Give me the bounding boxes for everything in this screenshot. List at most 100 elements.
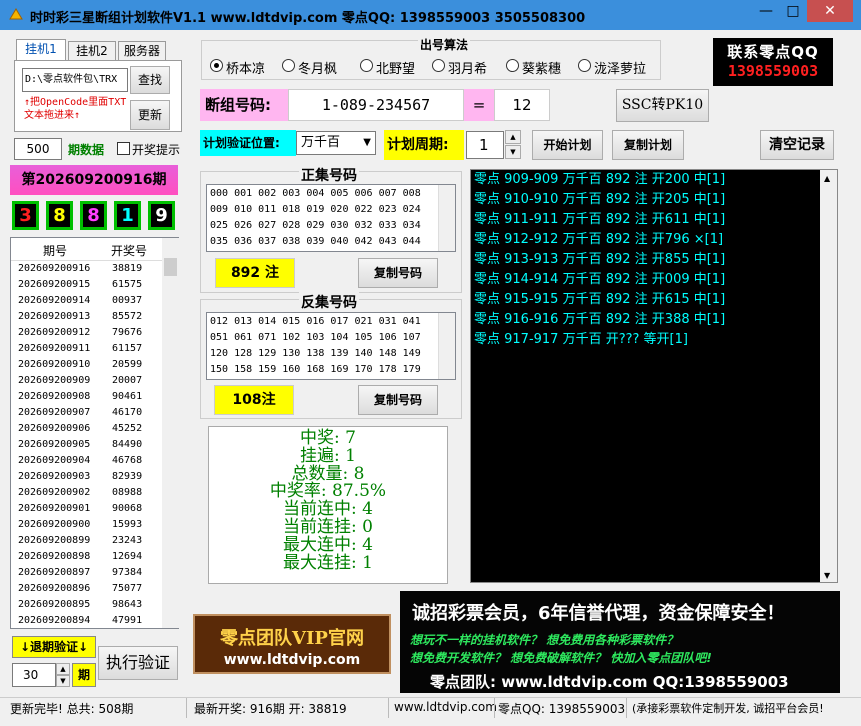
scroll-down-icon[interactable]: ▼ [824, 571, 830, 580]
clear-log-button[interactable]: 清空记录 [760, 130, 834, 160]
table-row[interactable]: 202609200900 15993 [11, 517, 178, 533]
algo-radio-label[interactable]: 桥本凉 [226, 58, 265, 77]
ad-line4: 零点团队: www.ldtdvip.com QQ:1398559003 [430, 673, 789, 691]
ssc-to-pk10-button[interactable]: SSC转PK10 [616, 89, 709, 122]
table-row[interactable]: 202609200896 75077 [11, 581, 178, 597]
table-row[interactable]: 202609200916 38819 [11, 261, 178, 277]
execute-verify-button[interactable]: 执行验证 [98, 646, 178, 680]
table-row[interactable]: 202609200913 85572 [11, 309, 178, 325]
path-input[interactable]: D:\零点软件包\TRX [22, 68, 128, 92]
row-issue: 202609200896 [18, 583, 91, 594]
close-button[interactable]: ✕ [807, 0, 853, 22]
cycle-down-arrow-icon[interactable]: ▼ [505, 145, 521, 159]
period-label: 期数据 [68, 143, 105, 157]
draw-ball: 8 [46, 201, 73, 230]
table-row[interactable]: 202609200909 20007 [11, 373, 178, 389]
dz-code-field[interactable]: 1-089-234567 [288, 89, 464, 121]
tab-guaji2[interactable]: 挂机2 [68, 41, 116, 61]
ad-line3: 想免费开发软件？ 想免费破解软件？ 快加入零点团队吧! [410, 651, 712, 665]
row-issue: 202609200899 [18, 535, 91, 546]
table-row[interactable]: 202609200894 47991 [11, 613, 178, 628]
copy-plan-button[interactable]: 复制计划 [612, 130, 684, 160]
draw-ball: 8 [80, 201, 107, 230]
row-number: 46768 [112, 455, 143, 466]
plan-cycle-input[interactable]: 1 [466, 131, 504, 159]
delay-input[interactable]: 30 [12, 663, 56, 687]
scroll-up-icon[interactable]: ▲ [824, 174, 830, 183]
algo-radio-label[interactable]: 羽月希 [448, 58, 487, 77]
forward-title: 正集号码 [299, 165, 359, 185]
table-row[interactable]: 202609200902 08988 [11, 485, 178, 501]
copy-forward-button[interactable]: 复制号码 [358, 258, 438, 288]
table-row[interactable]: 202609200897 97384 [11, 565, 178, 581]
tab-guaji1[interactable]: 挂机1 [16, 39, 66, 61]
status-website: www.ldtdvip.com [394, 700, 497, 714]
dz-num-field[interactable]: 12 [494, 89, 550, 121]
table-row[interactable]: 202609200910 20599 [11, 357, 178, 373]
algo-radio[interactable] [282, 59, 295, 72]
row-number: 90068 [112, 503, 143, 514]
start-plan-button[interactable]: 开始计划 [532, 130, 603, 160]
row-number: 20599 [112, 359, 143, 370]
table-row[interactable]: 202609200907 46170 [11, 405, 178, 421]
table-row[interactable]: 202609200898 12694 [11, 549, 178, 565]
plan-log[interactable]: 零点 909-909 万千百 892 注 开200 中[1] 零点 910-910… [470, 169, 838, 583]
vip-banner-url: www.ldtdvip.com [223, 652, 361, 668]
table-row[interactable]: 202609200895 98643 [11, 597, 178, 613]
reverse-scrollbar[interactable] [438, 313, 455, 379]
algo-radio[interactable] [210, 59, 223, 72]
log-line: 零点 914-914 万千百 892 注 开009 中[1] [474, 272, 726, 287]
lottery-notice-checkbox[interactable] [117, 142, 130, 155]
history-scrollbar[interactable] [162, 238, 179, 628]
copy-reverse-button[interactable]: 复制号码 [358, 385, 438, 415]
minimize-button[interactable]: — [752, 0, 780, 22]
table-row[interactable]: 202609200904 46768 [11, 453, 178, 469]
table-row[interactable]: 202609200903 82939 [11, 469, 178, 485]
dz-label: 断组号码: [200, 89, 288, 121]
reverse-codes[interactable]: 012 013 014 015 016 017 021 031 041 051 … [206, 312, 456, 380]
algo-radio[interactable] [578, 59, 591, 72]
qq-contact-number: 1398559003 [727, 62, 819, 80]
table-row[interactable]: 202609200912 79676 [11, 325, 178, 341]
delay-verify-button[interactable]: ↓退期验证↓ [12, 636, 96, 658]
maximize-button[interactable]: □ [780, 0, 806, 22]
table-row[interactable]: 202609200915 61575 [11, 277, 178, 293]
log-line: 零点 916-916 万千百 892 注 开388 中[1] [474, 312, 726, 327]
cycle-up-arrow-icon[interactable]: ▲ [505, 130, 521, 144]
delay-down-arrow-icon[interactable]: ▼ [56, 675, 70, 687]
row-issue: 202609200900 [18, 519, 91, 530]
row-number: 38819 [112, 263, 143, 274]
row-number: 98643 [112, 599, 143, 610]
delay-up-arrow-icon[interactable]: ▲ [56, 663, 70, 675]
table-row[interactable]: 202609200911 61157 [11, 341, 178, 357]
row-issue: 202609200907 [18, 407, 91, 418]
ad-banner[interactable]: 诚招彩票会员，6年信誉代理，资金保障安全！ 想玩不一样的挂机软件？ 想免费用各种… [400, 591, 840, 693]
forward-codes[interactable]: 000 001 002 003 004 005 006 007 008 009 … [206, 184, 456, 252]
stat-line: 最大连挂: 1 [283, 552, 373, 573]
algorithm-title: 出号算法 [418, 36, 471, 53]
algo-radio[interactable] [432, 59, 445, 72]
table-row[interactable]: 202609200905 84490 [11, 437, 178, 453]
tab-server[interactable]: 服务器 [118, 41, 166, 61]
plan-position-select[interactable]: 万千百 ▼ [296, 131, 376, 155]
forward-scrollbar[interactable] [438, 185, 455, 251]
algo-radio-label[interactable]: 北野望 [376, 58, 415, 77]
table-row[interactable]: 202609200901 90068 [11, 501, 178, 517]
period-count-input[interactable]: 500 [14, 138, 62, 160]
search-button[interactable]: 查找 [130, 66, 170, 94]
log-scrollbar[interactable]: ▲ ▼ [820, 170, 837, 582]
algo-radio-label[interactable]: 葵紫穗 [522, 58, 561, 77]
vip-banner[interactable]: 零点团队VIP官网 www.ldtdvip.com [193, 614, 391, 674]
update-button[interactable]: 更新 [130, 100, 170, 130]
table-row[interactable]: 202609200899 23243 [11, 533, 178, 549]
algo-radio-label[interactable]: 泷泽萝拉 [594, 58, 646, 77]
stats-panel: 中奖: 7 挂遍: 1 总数量: 8 中奖率: 87.5% 当前连中: 4 当前连挂: 0… [208, 426, 448, 584]
algo-radio[interactable] [360, 59, 373, 72]
algo-radio-label[interactable]: 冬月枫 [298, 58, 337, 77]
table-row[interactable]: 202609200914 00937 [11, 293, 178, 309]
table-row[interactable]: 202609200908 90461 [11, 389, 178, 405]
table-row[interactable]: 202609200906 45252 [11, 421, 178, 437]
algo-radio[interactable] [506, 59, 519, 72]
history-table[interactable]: 期号 开奖号 202609200916 38819 202609200915 6157… [10, 237, 179, 629]
reverse-title: 反集号码 [299, 292, 359, 312]
